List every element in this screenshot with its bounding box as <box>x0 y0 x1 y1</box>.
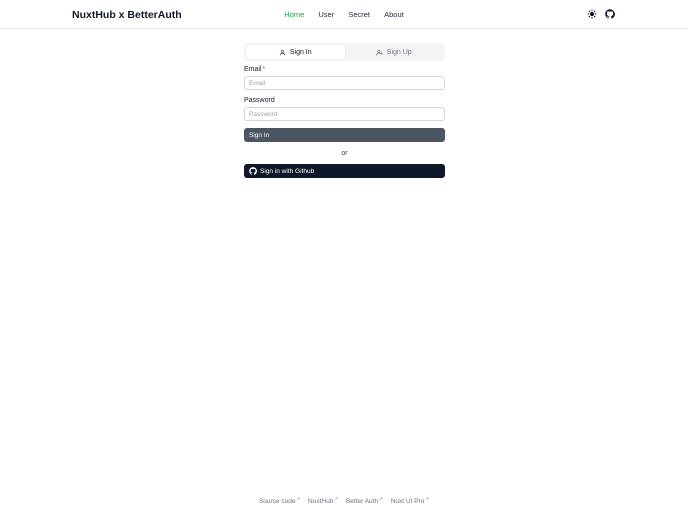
external-link-icon: ↗ <box>334 496 339 501</box>
tab-sign-up-label: Sign Up <box>386 48 412 56</box>
footer-link-better-auth[interactable]: Better Auth↗ <box>346 496 383 505</box>
user-icon <box>279 49 285 55</box>
auth-card: Sign In Sign Up Email* Password Sign In … <box>244 43 445 178</box>
footer-link-label: Source code <box>258 498 296 506</box>
header-actions <box>587 9 615 19</box>
external-link-icon: ↗ <box>379 496 383 501</box>
github-sign-in-button[interactable]: Sign in with Github <box>244 164 445 178</box>
sign-in-button[interactable]: Sign In <box>244 128 445 142</box>
email-label-text: Email <box>244 66 262 73</box>
nav-link-about[interactable]: About <box>384 10 404 19</box>
nav-link-secret[interactable]: Secret <box>348 10 370 19</box>
sun-icon[interactable] <box>587 9 597 19</box>
site-header: NuxtHub x BetterAuth Home User Secret Ab… <box>0 0 688 29</box>
nav-link-user[interactable]: User <box>318 10 334 19</box>
tab-sign-in-label: Sign In <box>289 48 312 56</box>
nav-link-home[interactable]: Home <box>284 10 304 19</box>
github-icon <box>249 167 257 175</box>
user-plus-icon <box>376 49 383 55</box>
main-nav: Home User Secret About <box>0 10 688 19</box>
password-label: Password <box>244 97 275 104</box>
github-icon[interactable] <box>605 9 615 19</box>
github-sign-in-label: Sign in with Github <box>260 167 315 175</box>
footer-link-nuxt-ui-pro[interactable]: Nuxt UI Pro↗ <box>391 496 429 505</box>
tab-sign-in[interactable]: Sign In <box>246 45 345 59</box>
footer-link-label: Better Auth <box>345 498 379 506</box>
required-marker: * <box>262 66 266 73</box>
password-field[interactable] <box>244 107 445 121</box>
footer-link-label: Nuxt UI Pro <box>390 498 425 506</box>
auth-tabs: Sign In Sign Up <box>244 43 445 61</box>
or-divider: or <box>341 150 348 157</box>
email-label: Email* <box>244 66 445 73</box>
external-link-icon: ↗ <box>425 496 430 501</box>
site-footer: Source code↗ NuxtHub↗ Better Auth↗ Nuxt … <box>0 496 688 505</box>
tab-sign-up[interactable]: Sign Up <box>345 45 444 59</box>
email-field[interactable] <box>244 76 445 90</box>
footer-link-nuxthub[interactable]: NuxtHub↗ <box>308 496 338 505</box>
footer-link-source-code[interactable]: Source code↗ <box>259 496 300 505</box>
external-link-icon: ↗ <box>296 496 301 501</box>
footer-link-label: NuxtHub <box>308 498 334 506</box>
